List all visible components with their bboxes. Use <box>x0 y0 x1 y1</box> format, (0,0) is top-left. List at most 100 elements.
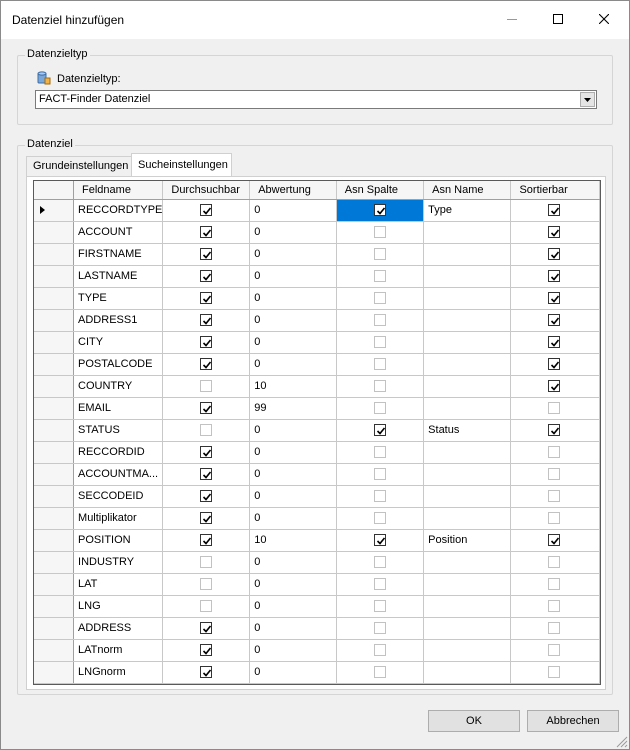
cancel-button[interactable]: Abbrechen <box>527 710 619 732</box>
asn-name-cell[interactable]: Type <box>423 199 512 222</box>
sortierbar-cell[interactable] <box>510 639 600 662</box>
asn-spalte-cell[interactable] <box>336 243 425 266</box>
sortierbar-cell[interactable] <box>510 287 600 310</box>
durchsuchbar-cell[interactable] <box>162 529 251 552</box>
asn-spalte-checkbox[interactable] <box>373 622 386 634</box>
asn-spalte-cell[interactable] <box>336 309 425 332</box>
asn-spalte-cell[interactable] <box>336 485 425 508</box>
asn-name-cell[interactable] <box>423 265 512 288</box>
sortierbar-cell[interactable] <box>510 375 600 398</box>
sortierbar-cell[interactable] <box>510 331 600 354</box>
abwertung-cell[interactable]: 0 <box>249 309 337 332</box>
sortierbar-cell[interactable] <box>510 221 600 244</box>
sortierbar-cell[interactable] <box>510 661 600 684</box>
column-header-sortierbar[interactable]: Sortierbar <box>510 181 600 200</box>
field-name-cell[interactable]: LAT <box>73 573 164 596</box>
asn-name-cell[interactable] <box>423 397 512 420</box>
column-header-asn-name[interactable]: Asn Name <box>423 181 512 200</box>
table-row[interactable]: TYPE 0 <box>34 287 600 310</box>
durchsuchbar-checkbox[interactable] <box>200 644 213 656</box>
abwertung-cell[interactable]: 0 <box>249 617 337 640</box>
sortierbar-cell[interactable] <box>510 419 600 442</box>
durchsuchbar-cell[interactable] <box>162 331 251 354</box>
asn-name-cell[interactable] <box>423 331 512 354</box>
asn-spalte-cell[interactable] <box>336 639 425 662</box>
durchsuchbar-checkbox[interactable] <box>200 578 213 590</box>
row-header[interactable] <box>34 199 75 222</box>
row-header[interactable] <box>34 375 75 398</box>
field-name-cell[interactable]: CITY <box>73 331 164 354</box>
asn-name-cell[interactable] <box>423 353 512 376</box>
table-row[interactable]: LNGnorm 0 <box>34 661 600 684</box>
row-header[interactable] <box>34 463 75 486</box>
field-name-cell[interactable]: ACCOUNTMA... <box>73 463 164 486</box>
table-row[interactable]: STATUS 0 Status <box>34 419 600 442</box>
row-header[interactable] <box>34 573 75 596</box>
asn-spalte-checkbox[interactable] <box>373 270 386 282</box>
field-name-cell[interactable]: ACCOUNT <box>73 221 164 244</box>
asn-spalte-cell[interactable] <box>336 551 425 574</box>
asn-spalte-cell[interactable] <box>336 573 425 596</box>
asn-name-cell[interactable] <box>423 661 512 684</box>
sortierbar-cell[interactable] <box>510 353 600 376</box>
sortierbar-checkbox[interactable] <box>548 226 561 238</box>
close-button[interactable] <box>581 1 627 37</box>
durchsuchbar-checkbox[interactable] <box>200 270 213 282</box>
durchsuchbar-checkbox[interactable] <box>200 204 213 216</box>
asn-spalte-cell[interactable] <box>336 507 425 530</box>
asn-name-cell[interactable] <box>423 507 512 530</box>
sortierbar-checkbox[interactable] <box>548 556 561 568</box>
table-row[interactable]: ACCOUNT 0 <box>34 221 600 244</box>
durchsuchbar-cell[interactable] <box>162 441 251 464</box>
combo-dropdown-button[interactable] <box>580 92 595 107</box>
sortierbar-cell[interactable] <box>510 595 600 618</box>
durchsuchbar-checkbox[interactable] <box>200 380 213 392</box>
durchsuchbar-checkbox[interactable] <box>200 534 213 546</box>
table-row[interactable]: INDUSTRY 0 <box>34 551 600 574</box>
abwertung-cell[interactable]: 0 <box>249 639 337 662</box>
asn-spalte-checkbox[interactable] <box>373 336 386 348</box>
asn-spalte-cell[interactable] <box>336 595 425 618</box>
abwertung-cell[interactable]: 0 <box>249 265 337 288</box>
row-header[interactable] <box>34 485 75 508</box>
asn-spalte-checkbox[interactable] <box>373 534 386 546</box>
sortierbar-cell[interactable] <box>510 309 600 332</box>
durchsuchbar-cell[interactable] <box>162 573 251 596</box>
row-header[interactable] <box>34 441 75 464</box>
abwertung-cell[interactable]: 0 <box>249 661 337 684</box>
sortierbar-checkbox[interactable] <box>548 644 561 656</box>
abwertung-cell[interactable]: 0 <box>249 573 337 596</box>
row-header[interactable] <box>34 617 75 640</box>
durchsuchbar-checkbox[interactable] <box>200 424 213 436</box>
asn-spalte-checkbox[interactable] <box>373 314 386 326</box>
field-name-cell[interactable]: LATnorm <box>73 639 164 662</box>
abwertung-cell[interactable]: 0 <box>249 507 337 530</box>
abwertung-cell[interactable]: 0 <box>249 287 337 310</box>
sortierbar-cell[interactable] <box>510 529 600 552</box>
durchsuchbar-checkbox[interactable] <box>200 226 213 238</box>
ok-button[interactable]: OK <box>428 710 520 732</box>
durchsuchbar-checkbox[interactable] <box>200 512 213 524</box>
abwertung-cell[interactable]: 0 <box>249 485 337 508</box>
column-header-durchsuchbar[interactable]: Durchsuchbar <box>162 181 251 200</box>
sortierbar-checkbox[interactable] <box>548 534 561 546</box>
row-header[interactable] <box>34 353 75 376</box>
table-row[interactable]: CITY 0 <box>34 331 600 354</box>
sortierbar-checkbox[interactable] <box>548 204 561 216</box>
asn-name-cell[interactable] <box>423 573 512 596</box>
abwertung-cell[interactable]: 10 <box>249 529 337 552</box>
asn-spalte-cell[interactable] <box>336 661 425 684</box>
durchsuchbar-cell[interactable] <box>162 661 251 684</box>
durchsuchbar-checkbox[interactable] <box>200 468 213 480</box>
asn-spalte-checkbox[interactable] <box>373 248 386 260</box>
asn-name-cell[interactable] <box>423 463 512 486</box>
sortierbar-cell[interactable] <box>510 463 600 486</box>
column-header-asn-spalte[interactable]: Asn Spalte <box>336 181 425 200</box>
abwertung-cell[interactable]: 0 <box>249 199 337 222</box>
abwertung-cell[interactable]: 0 <box>249 441 337 464</box>
asn-name-cell[interactable] <box>423 441 512 464</box>
table-row[interactable]: EMAIL 99 <box>34 397 600 420</box>
sortierbar-checkbox[interactable] <box>548 666 561 678</box>
asn-spalte-checkbox[interactable] <box>373 556 386 568</box>
row-header[interactable] <box>34 639 75 662</box>
